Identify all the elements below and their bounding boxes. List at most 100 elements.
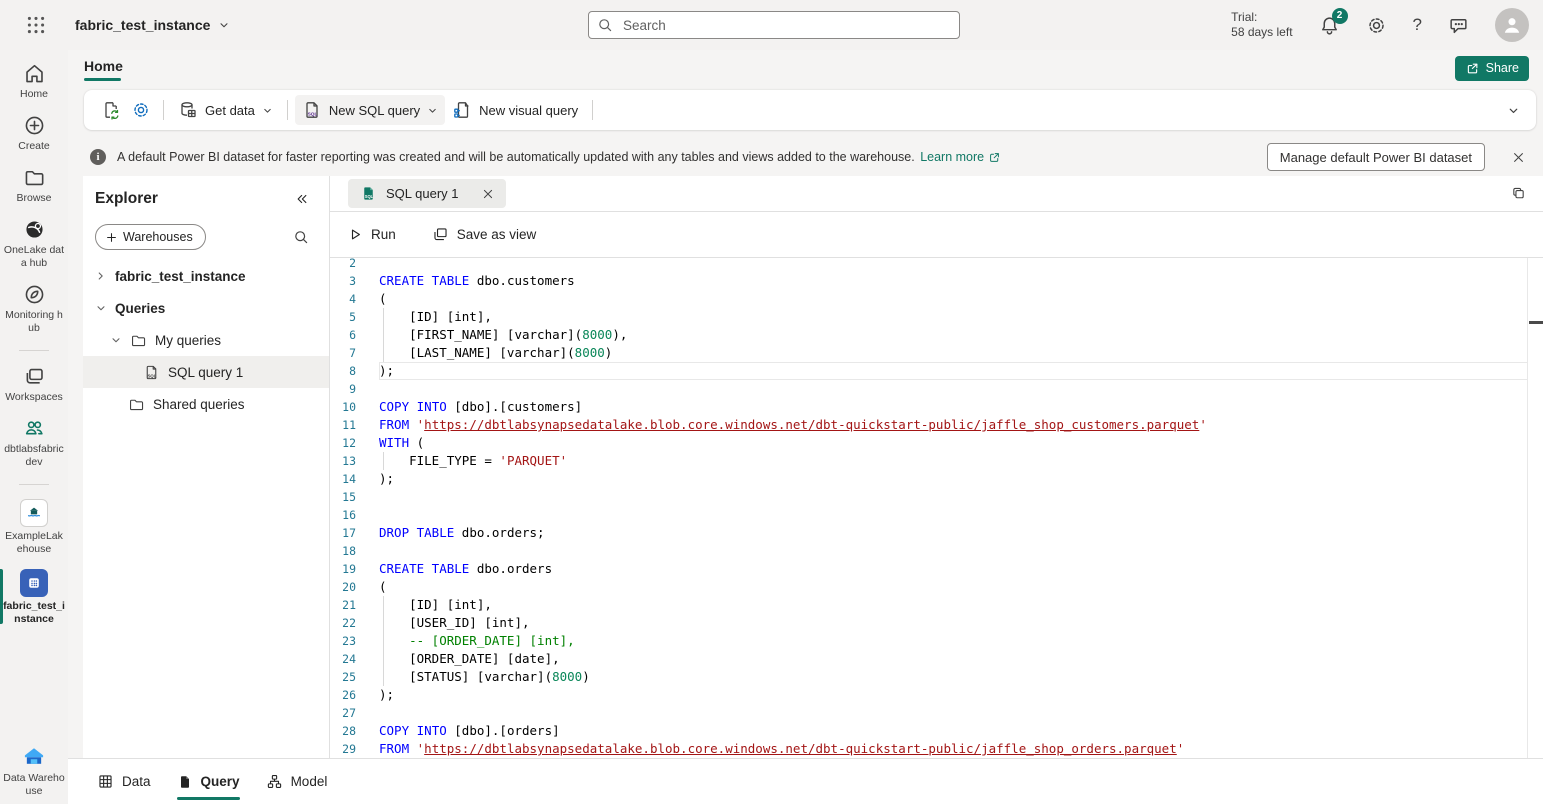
code-text: [FIRST_NAME] [varchar](8000), (379, 326, 627, 344)
code-lines: 23CREATE TABLE dbo.customers4(5 [ID] [in… (330, 258, 1543, 758)
close-tab-button[interactable] (482, 188, 494, 200)
user-avatar[interactable] (1495, 8, 1529, 42)
tab-home[interactable]: Home (84, 58, 123, 78)
person-icon (1501, 14, 1523, 36)
feedback-button[interactable] (1448, 15, 1469, 36)
global-search[interactable] (588, 11, 960, 39)
code-line[interactable]: 16 (330, 506, 1543, 524)
explorer-title: Explorer (95, 190, 158, 208)
code-line[interactable]: 6 [FIRST_NAME] [varchar](8000), (330, 326, 1543, 344)
code-text: WITH ( (379, 434, 424, 452)
nav-monitoring-hub[interactable]: Monitoring hub (0, 283, 68, 335)
nav-data-warehouse[interactable]: Data Warehouse (0, 743, 68, 798)
code-line[interactable]: 20( (330, 578, 1543, 596)
code-line[interactable]: 18 (330, 542, 1543, 560)
new-sql-query-button[interactable]: SQL New SQL query (295, 95, 445, 125)
code-line[interactable]: 12WITH ( (330, 434, 1543, 452)
line-number: 4 (330, 290, 356, 308)
search-input[interactable] (621, 17, 951, 34)
svg-text:SQL: SQL (148, 373, 157, 378)
settings-gear-icon (131, 100, 151, 120)
nav-browse[interactable]: Browse (0, 166, 68, 205)
copy-button[interactable] (1510, 185, 1527, 202)
code-line[interactable]: 27 (330, 704, 1543, 722)
code-line[interactable]: 25 [STATUS] [varchar](8000) (330, 668, 1543, 686)
code-line[interactable]: 4( (330, 290, 1543, 308)
nav-workspaces[interactable]: Workspaces (0, 365, 68, 404)
ribbon-collapse-button[interactable] (1503, 100, 1524, 121)
code-line[interactable]: 14); (330, 470, 1543, 488)
code-line[interactable]: 23 -- [ORDER_DATE] [int], (330, 632, 1543, 650)
code-line[interactable]: 28COPY INTO [dbo].[orders] (330, 722, 1543, 740)
folder-icon (23, 166, 46, 189)
code-line[interactable]: 29FROM 'https://dbtlabsynapsedatalake.bl… (330, 740, 1543, 758)
tree-item-queries[interactable]: Queries (83, 292, 329, 324)
tree-item-my-queries[interactable]: My queries (83, 324, 329, 356)
rail-divider (19, 350, 49, 351)
code-line[interactable]: 5 [ID] [int], (330, 308, 1543, 326)
line-number: 19 (330, 560, 356, 578)
code-line[interactable]: 26); (330, 686, 1543, 704)
share-button[interactable]: Share (1455, 56, 1529, 81)
code-line[interactable]: 7 [LAST_NAME] [varchar](8000) (330, 344, 1543, 362)
warehouse-settings-button[interactable] (126, 95, 156, 125)
code-line[interactable]: 11FROM 'https://dbtlabsynapsedatalake.bl… (330, 416, 1543, 434)
nav-item-fabric-test-instance[interactable]: fabric_test_instance (0, 569, 68, 626)
tree-item-warehouse-root[interactable]: fabric_test_instance (83, 260, 329, 292)
code-line[interactable]: 17DROP TABLE dbo.orders; (330, 524, 1543, 542)
manage-dataset-button[interactable]: Manage default Power BI dataset (1267, 143, 1485, 171)
nav-onelake-data-hub[interactable]: OneLake data hub (0, 218, 68, 270)
notifications-button[interactable]: 2 (1319, 15, 1340, 36)
code-text: DROP TABLE dbo.orders; (379, 524, 545, 542)
settings-button[interactable] (1366, 15, 1387, 36)
run-button[interactable]: Run (348, 227, 396, 242)
plus-circle-icon (23, 114, 46, 137)
code-line[interactable]: 19CREATE TABLE dbo.orders (330, 560, 1543, 578)
banner-message: A default Power BI dataset for faster re… (117, 150, 1001, 164)
app-launcher-icon[interactable] (25, 14, 47, 36)
view-tab-model[interactable]: Model (266, 759, 328, 804)
get-data-button[interactable]: Get data (171, 95, 280, 125)
code-line[interactable]: 24 [ORDER_DATE] [date], (330, 650, 1543, 668)
nav-home[interactable]: Home (0, 62, 68, 101)
tree-item-sql-query-1[interactable]: SQL SQL query 1 (83, 356, 329, 388)
model-diagram-icon (266, 773, 283, 790)
code-line[interactable]: 10COPY INTO [dbo].[customers] (330, 398, 1543, 416)
chevron-down-icon (1507, 104, 1520, 117)
sql-editor[interactable]: 23CREATE TABLE dbo.customers4(5 [ID] [in… (330, 258, 1543, 758)
toolbar-divider (287, 100, 288, 120)
view-tab-data[interactable]: Data (97, 759, 151, 804)
nav-item-examplelakehouse[interactable]: ExampleLakehouse (0, 499, 68, 556)
banner-close-button[interactable] (1510, 149, 1527, 166)
code-line[interactable]: 9 (330, 380, 1543, 398)
people-icon (23, 417, 46, 440)
explorer-search-button[interactable] (293, 229, 309, 245)
line-number: 22 (330, 614, 356, 632)
nav-create[interactable]: Create (0, 114, 68, 153)
editor-scrollbar[interactable] (1527, 258, 1528, 758)
tree-item-shared-queries[interactable]: Shared queries (83, 388, 329, 420)
help-button[interactable]: ? (1413, 15, 1422, 35)
collapse-explorer-button[interactable] (295, 192, 309, 206)
code-text: [LAST_NAME] [varchar](8000) (379, 344, 612, 362)
save-as-view-button[interactable]: Save as view (432, 226, 537, 243)
code-line[interactable]: 3CREATE TABLE dbo.customers (330, 272, 1543, 290)
code-line[interactable]: 13 FILE_TYPE = 'PARQUET' (330, 452, 1543, 470)
add-warehouses-button[interactable]: Warehouses (95, 224, 206, 250)
code-line[interactable]: 8); (330, 362, 1543, 380)
code-text: ); (379, 686, 394, 704)
query-tab-sql-query-1[interactable]: SQL SQL query 1 (348, 179, 506, 208)
nav-workspace-dbtlabsfabricdev[interactable]: dbtlabsfabricdev (0, 417, 68, 469)
code-line[interactable]: 2 (330, 258, 1543, 272)
workspaces-icon (23, 365, 46, 388)
view-tab-query[interactable]: Query (177, 759, 240, 804)
code-line[interactable]: 21 [ID] [int], (330, 596, 1543, 614)
refresh-dataset-button[interactable] (96, 95, 126, 125)
code-line[interactable]: 15 (330, 488, 1543, 506)
learn-more-link[interactable]: Learn more (920, 150, 1001, 164)
workspace-switcher[interactable]: fabric_test_instance (75, 17, 230, 33)
sql-document-icon: SQL (302, 100, 322, 120)
code-line[interactable]: 22 [USER_ID] [int], (330, 614, 1543, 632)
new-visual-query-button[interactable]: New visual query (445, 95, 585, 125)
info-icon: i (90, 149, 106, 165)
